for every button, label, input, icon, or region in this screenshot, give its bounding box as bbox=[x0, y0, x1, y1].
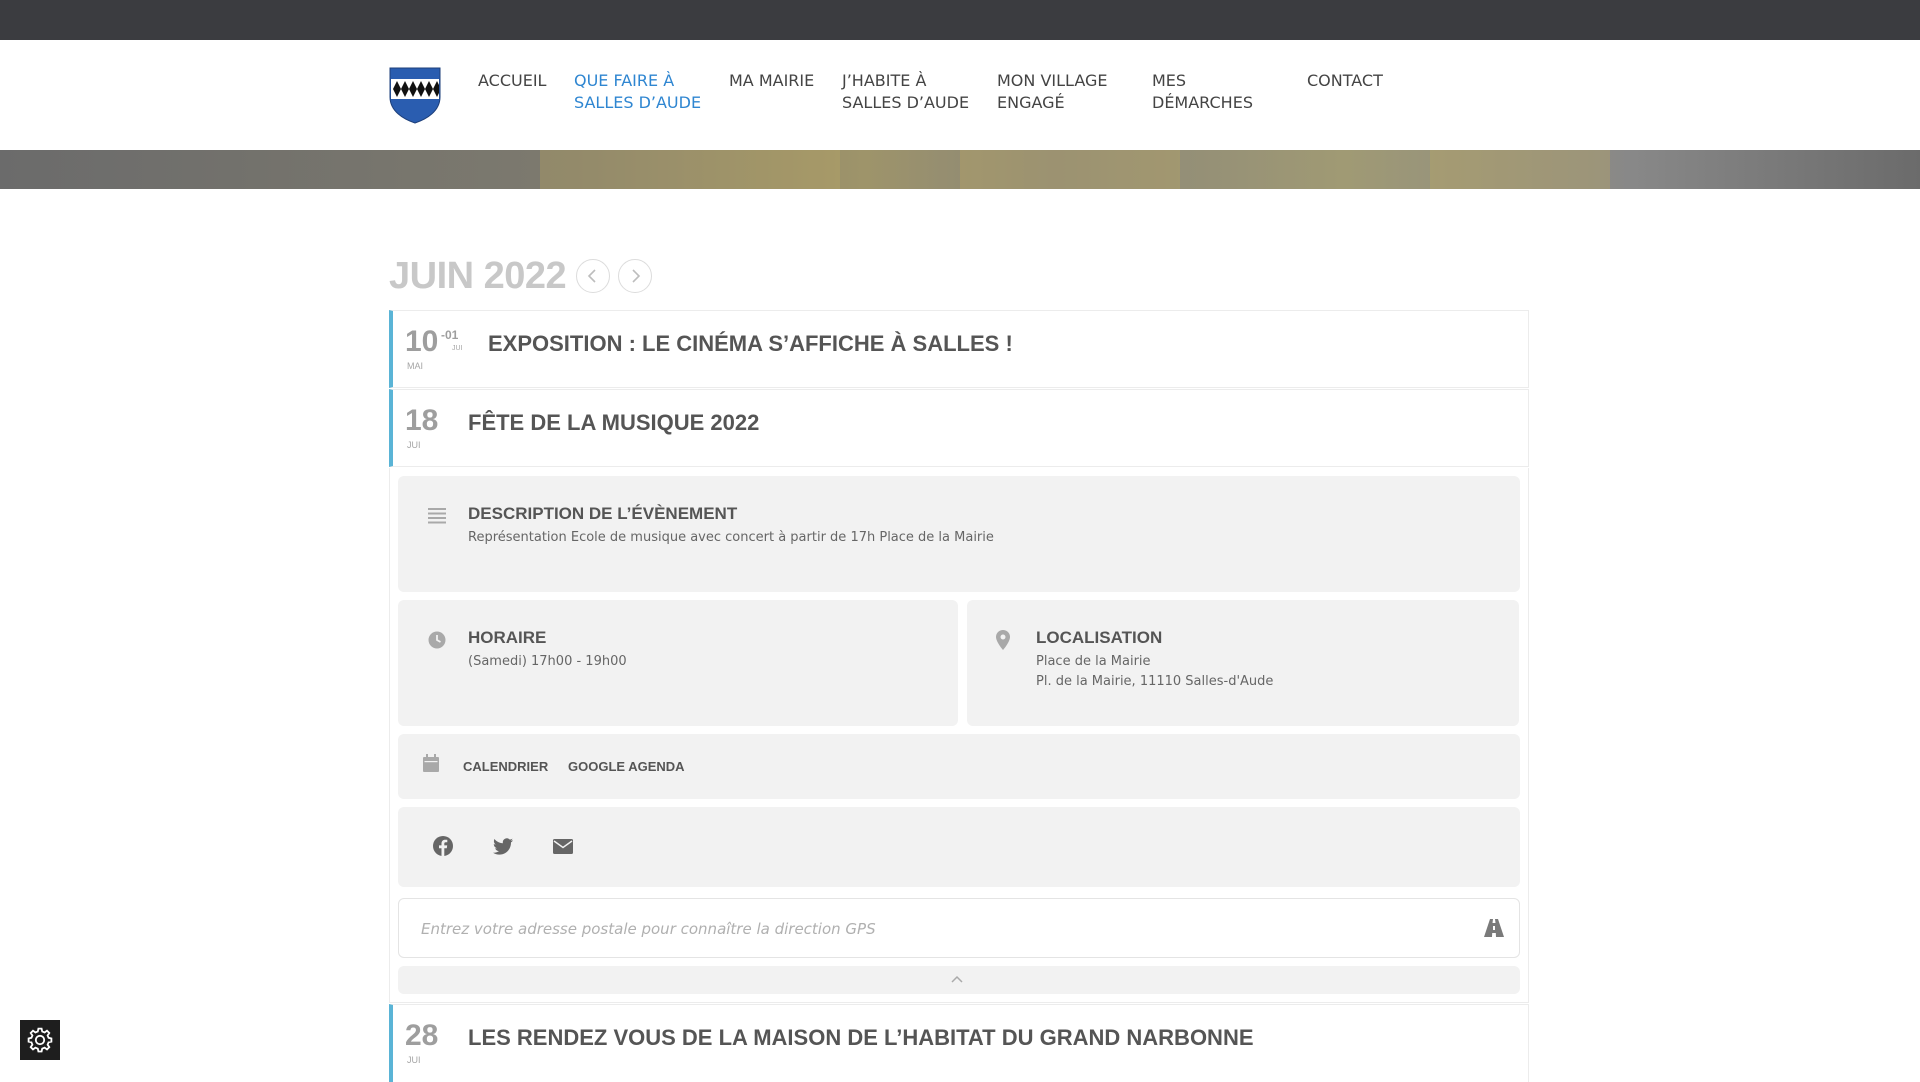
location-heading: LOCALISATION bbox=[1036, 628, 1163, 647]
event-day: 28 bbox=[405, 1019, 439, 1052]
gps-address-input[interactable] bbox=[419, 915, 1463, 943]
prev-month-button[interactable] bbox=[576, 259, 610, 293]
location-line1: Place de la Mairie bbox=[1036, 654, 1151, 669]
calendar-link[interactable]: CALENDRIER bbox=[463, 759, 548, 774]
schedule-panel: HORAIRE (Samedi) 17h00 - 19h00 bbox=[398, 600, 958, 726]
gear-icon bbox=[27, 1027, 53, 1053]
gps-direction-box bbox=[398, 898, 1520, 958]
twitter-icon[interactable] bbox=[492, 835, 514, 857]
event-month: MAI bbox=[407, 361, 424, 371]
nav-item-j-habite[interactable]: J’HABITE À SALLES D’AUDE bbox=[842, 70, 972, 114]
nav-item-mes-demarches[interactable]: MES DÉMARCHES bbox=[1152, 70, 1262, 114]
text-lines-icon bbox=[428, 508, 446, 524]
clock-icon bbox=[428, 631, 446, 649]
location-panel: LOCALISATION Place de la Mairie Pl. de l… bbox=[967, 600, 1519, 726]
chevron-right-icon bbox=[632, 269, 641, 283]
description-text: Représentation Ecole de musique avec con… bbox=[468, 530, 994, 545]
settings-button[interactable] bbox=[20, 1020, 60, 1060]
email-icon[interactable] bbox=[552, 835, 574, 857]
chevron-left-icon bbox=[587, 269, 596, 283]
event-title[interactable]: FÊTE DE LA MUSIQUE 2022 bbox=[468, 410, 759, 436]
collapse-details-button[interactable] bbox=[398, 966, 1520, 994]
event-day: 18 bbox=[405, 404, 439, 437]
description-panel: DESCRIPTION DE L’ÉVÈNEMENT Représentatio… bbox=[398, 476, 1520, 592]
coat-of-arms-icon[interactable] bbox=[389, 67, 441, 124]
event-month: JUI bbox=[407, 440, 421, 450]
road-icon[interactable] bbox=[1483, 919, 1505, 937]
event-range-end: -01 bbox=[441, 328, 459, 342]
nav-item-contact[interactable]: CONTACT bbox=[1307, 70, 1407, 92]
event-title[interactable]: LES RENDEZ VOUS DE LA MAISON DE L’HABITA… bbox=[468, 1025, 1254, 1051]
nav-item-que-faire[interactable]: QUE FAIRE À SALLES D’AUDE bbox=[574, 70, 704, 114]
nav-item-mon-village[interactable]: MON VILLAGE ENGAGÉ bbox=[997, 70, 1117, 114]
calendar-links-panel: CALENDRIER GOOGLE AGENDA bbox=[398, 734, 1520, 799]
calendar-icon bbox=[423, 754, 439, 772]
nav-item-accueil[interactable]: ACCUEIL bbox=[478, 70, 568, 92]
facebook-icon[interactable] bbox=[432, 835, 454, 857]
share-panel bbox=[398, 807, 1520, 887]
month-title: JUIN 2022 bbox=[389, 255, 567, 297]
event-title[interactable]: EXPOSITION : LE CINÉMA S’AFFICHE À SALLE… bbox=[488, 331, 1013, 357]
location-line2: Pl. de la Mairie, 11110 Salles-d'Aude bbox=[1036, 674, 1274, 689]
event-month: JUI bbox=[407, 1055, 421, 1065]
hero-banner bbox=[0, 150, 1920, 189]
chevron-up-icon bbox=[951, 970, 963, 986]
description-heading: DESCRIPTION DE L’ÉVÈNEMENT bbox=[468, 504, 738, 523]
nav-item-ma-mairie[interactable]: MA MAIRIE bbox=[729, 70, 829, 92]
top-bar bbox=[0, 0, 1920, 40]
event-details: DESCRIPTION DE L’ÉVÈNEMENT Représentatio… bbox=[389, 468, 1529, 1003]
map-pin-icon bbox=[996, 630, 1010, 650]
event-end-month: JUI bbox=[452, 345, 463, 352]
event-row[interactable]: 10 -01 MAI JUI EXPOSITION : LE CINÉMA S’… bbox=[389, 310, 1529, 388]
event-day: 10 bbox=[405, 325, 439, 358]
google-agenda-link[interactable]: GOOGLE AGENDA bbox=[568, 759, 685, 774]
event-row[interactable]: 18 JUI FÊTE DE LA MUSIQUE 2022 bbox=[389, 389, 1529, 467]
schedule-heading: HORAIRE bbox=[468, 628, 547, 647]
event-row[interactable]: 28 JUI LES RENDEZ VOUS DE LA MAISON DE L… bbox=[389, 1004, 1529, 1082]
next-month-button[interactable] bbox=[618, 259, 652, 293]
schedule-text: (Samedi) 17h00 - 19h00 bbox=[468, 654, 627, 669]
